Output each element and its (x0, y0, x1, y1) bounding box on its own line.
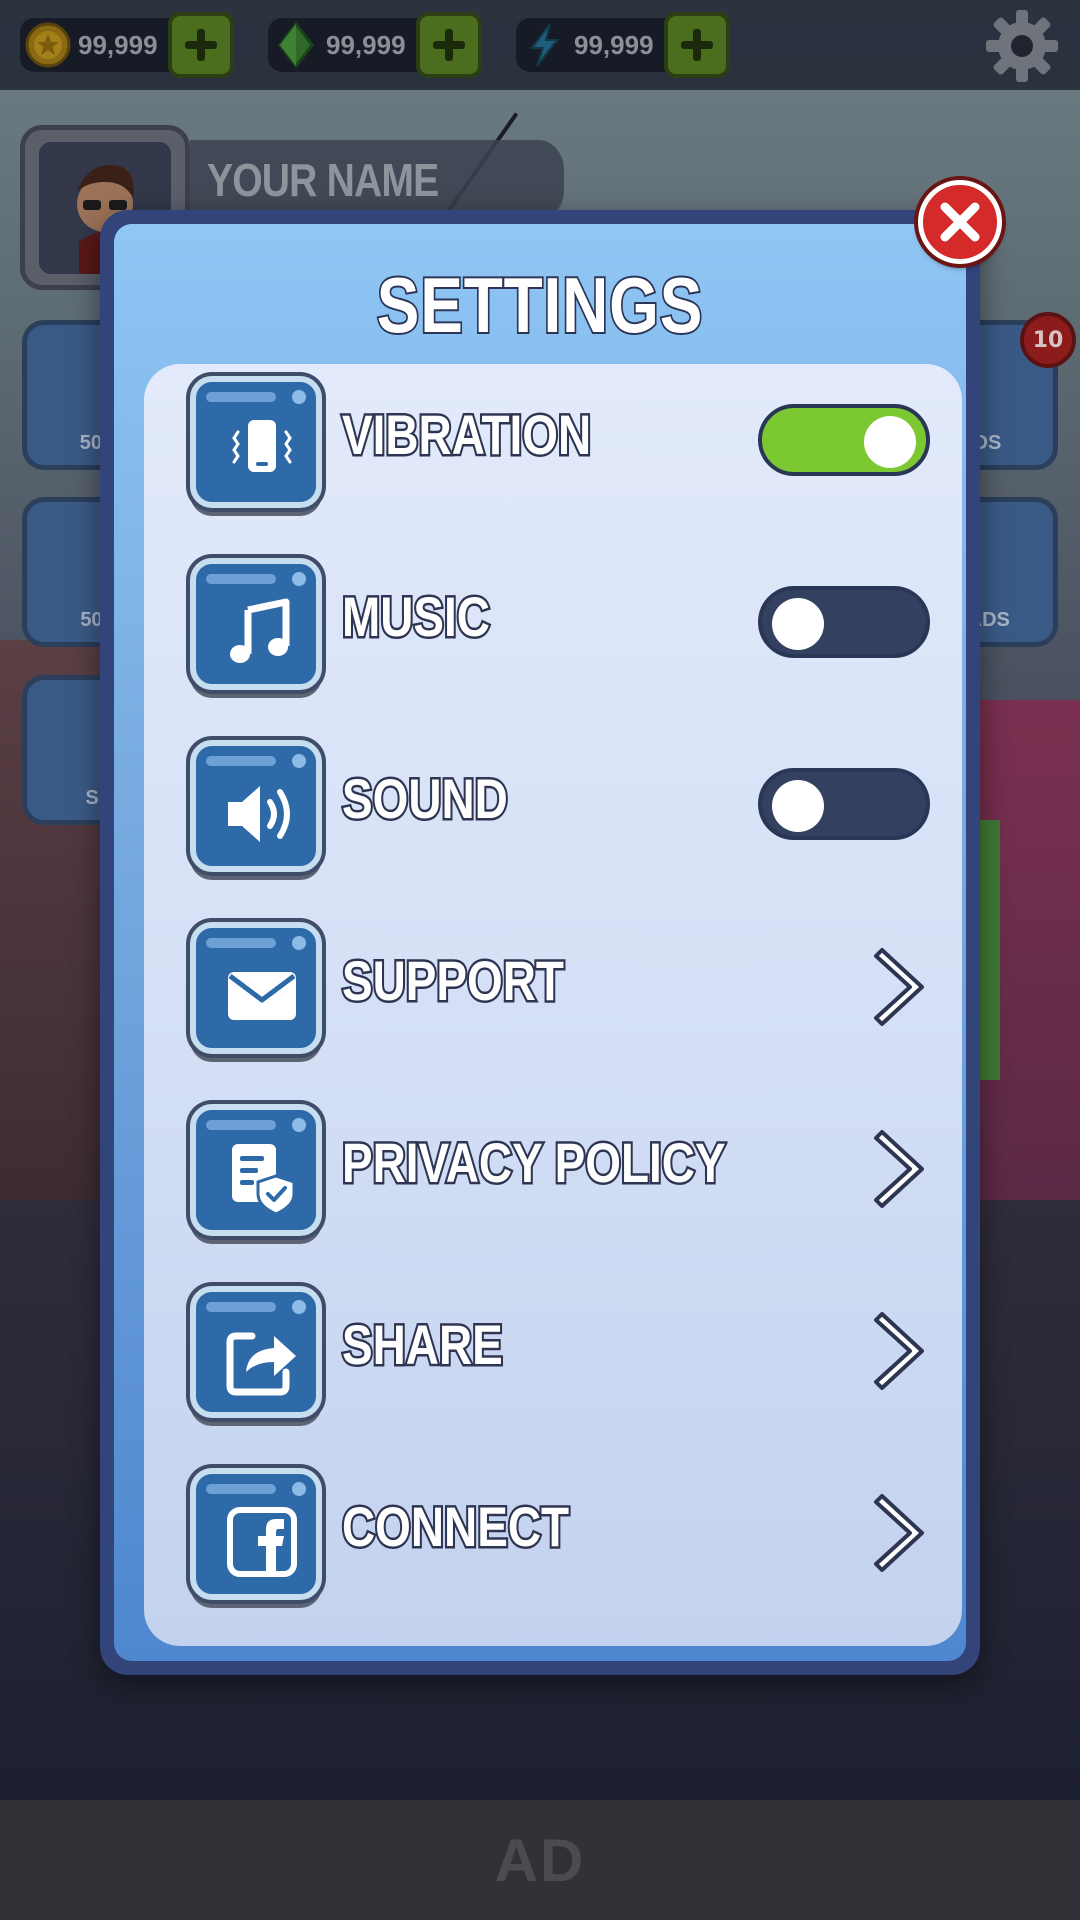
privacy-policy-label: PRIVACY POLICY (340, 1129, 728, 1197)
toggle-knob (864, 416, 916, 468)
ad-label: AD (494, 1826, 586, 1894)
chevron-right-icon (874, 1130, 924, 1208)
settings-row-share[interactable]: SHARE (190, 1286, 930, 1418)
top-bar: 99,999 99,999 99,999 (0, 0, 1080, 90)
coin-icon (25, 22, 71, 68)
gem-icon (278, 21, 314, 69)
settings-panel: VIBRATION MUSIC SOUND SUPPORT PRIVACY PO… (144, 364, 962, 1646)
privacy-tile (190, 1104, 322, 1236)
privacy-document-icon (232, 1144, 296, 1216)
add-energy-button[interactable] (663, 12, 730, 78)
share-label: SHARE (340, 1311, 505, 1379)
sound-toggle[interactable] (758, 768, 930, 840)
facebook-icon (227, 1507, 297, 1577)
settings-modal: SETTINGS VIBRATION MUSIC SOUND SUPPORT P… (100, 210, 980, 1675)
chevron-right-icon (874, 1312, 924, 1390)
vibration-icon (232, 420, 292, 472)
settings-title: SETTINGS (375, 259, 704, 351)
plus-icon (680, 29, 713, 61)
settings-row-privacy-policy[interactable]: PRIVACY POLICY (190, 1104, 930, 1236)
close-icon (940, 202, 980, 242)
player-name[interactable]: YOUR NAME (190, 140, 564, 220)
support-label: SUPPORT (340, 947, 566, 1015)
coins-counter: 99,999 (20, 10, 234, 80)
settings-modal-body: SETTINGS VIBRATION MUSIC SOUND SUPPORT P… (114, 224, 966, 1661)
chevron-right-icon (874, 948, 924, 1026)
plus-icon (432, 29, 465, 61)
add-coins-button[interactable] (167, 12, 234, 78)
share-tile (190, 1286, 322, 1418)
sound-label: SOUND (340, 765, 510, 833)
gems-counter: 99,999 (268, 10, 482, 80)
plus-icon (184, 29, 217, 61)
vibration-tile (190, 376, 322, 508)
rewards-badge: 10 (1020, 312, 1076, 368)
music-label: MUSIC (340, 583, 492, 651)
settings-row-vibration: VIBRATION (190, 376, 930, 508)
connect-tile (190, 1468, 322, 1600)
gems-amount: 99,999 (326, 29, 406, 60)
vibration-label: VIBRATION (340, 401, 593, 469)
toggle-knob (772, 598, 824, 650)
settings-row-music: MUSIC (190, 558, 930, 690)
chevron-right-icon (874, 1494, 924, 1572)
vibration-toggle[interactable] (758, 404, 930, 476)
ad-banner[interactable]: AD (0, 1800, 1080, 1920)
gear-icon[interactable] (984, 8, 1060, 84)
mail-icon (228, 972, 296, 1020)
music-toggle[interactable] (758, 586, 930, 658)
settings-row-connect[interactable]: CONNECT (190, 1468, 930, 1600)
close-button[interactable] (918, 180, 1002, 264)
coins-amount: 99,999 (78, 29, 158, 60)
settings-row-sound: SOUND (190, 740, 930, 872)
add-gems-button[interactable] (415, 12, 482, 78)
connect-label: CONNECT (340, 1493, 571, 1561)
support-tile (190, 922, 322, 1054)
energy-amount: 99,999 (574, 29, 654, 60)
music-note-icon (230, 598, 290, 663)
energy-counter: 99,999 (516, 10, 730, 80)
lightning-icon (530, 23, 560, 67)
toggle-knob (772, 780, 824, 832)
sound-tile (190, 740, 322, 872)
settings-row-support[interactable]: SUPPORT (190, 922, 930, 1054)
speaker-icon (228, 786, 290, 842)
share-icon (226, 1332, 296, 1396)
music-tile (190, 558, 322, 690)
